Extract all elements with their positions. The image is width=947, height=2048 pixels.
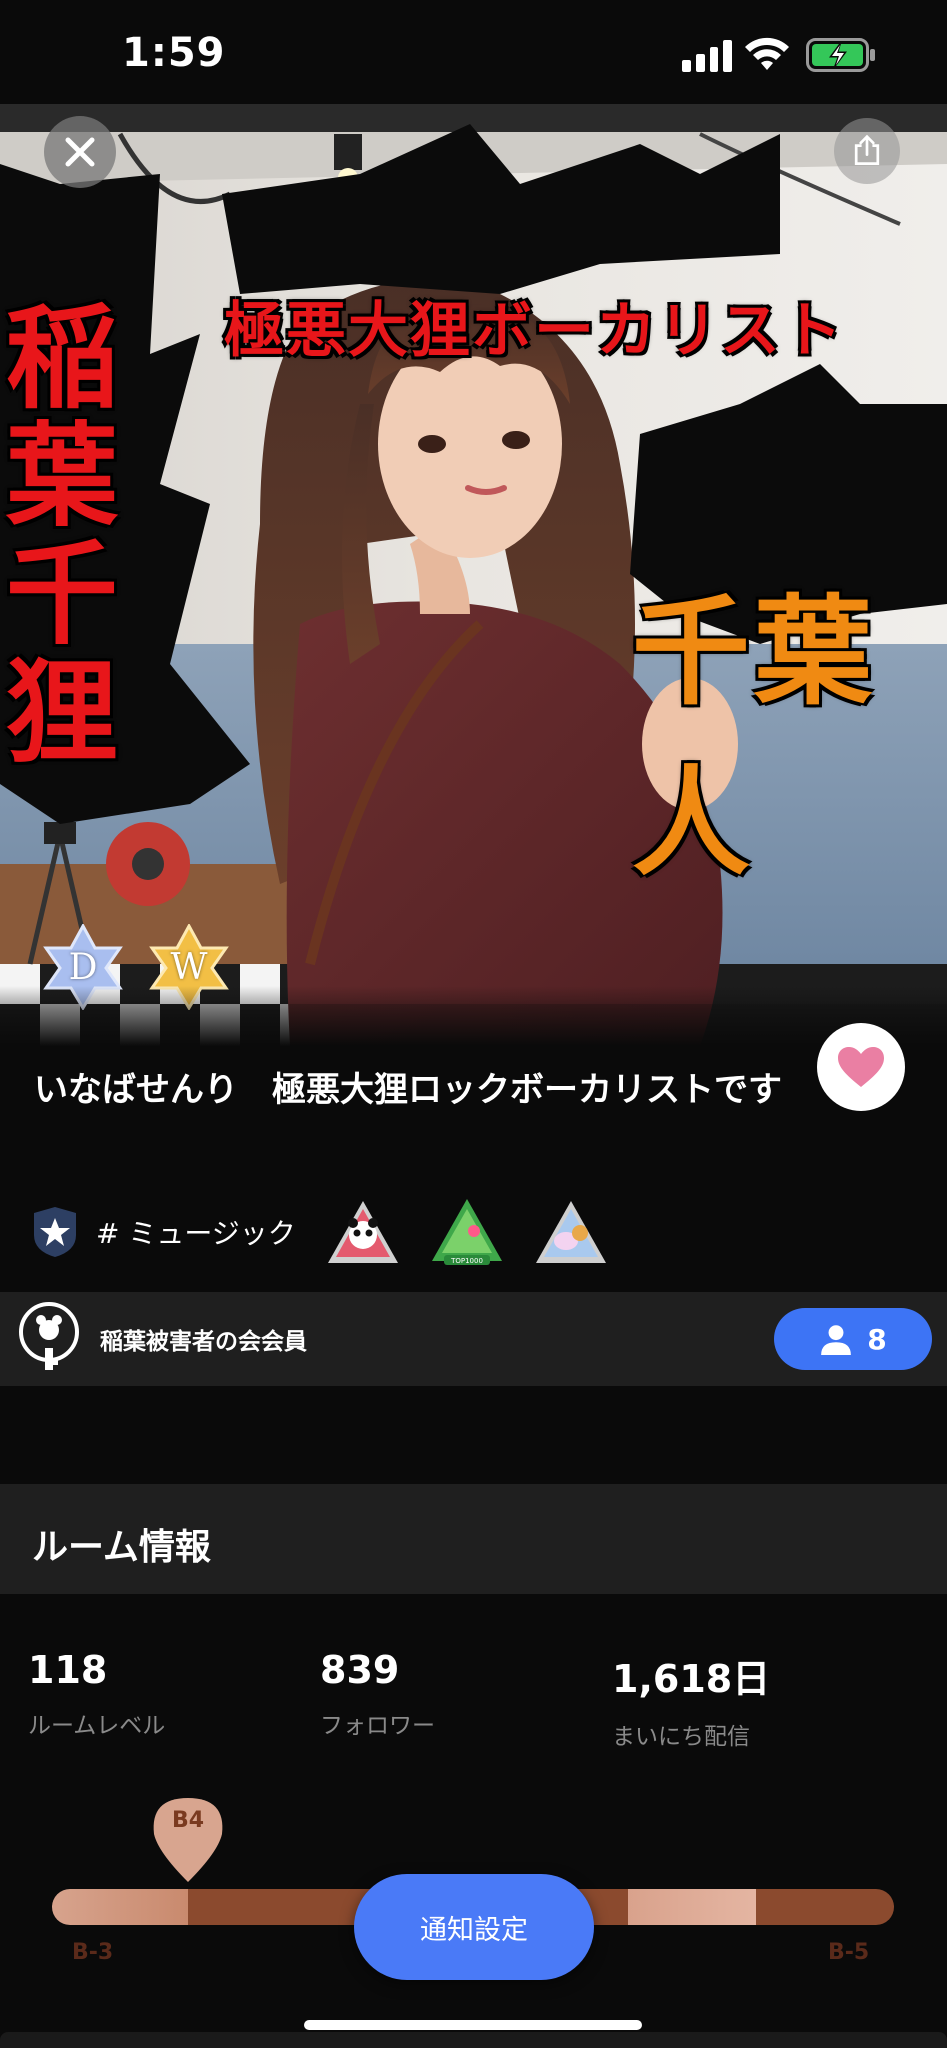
close-button[interactable] [44,116,116,188]
stat-label: フォロワー [320,1713,435,1739]
svg-text:TOP1000: TOP1000 [450,1257,483,1265]
status-bar: 1:59 [0,0,947,104]
stat-value: 118 [28,1648,108,1692]
stat-followers: 839 フォロワー [320,1648,435,1740]
stat-room-level: 118 ルームレベル [28,1648,165,1740]
stat-daily-streams: 1,618日 まいにち配信 [612,1648,770,1751]
stat-label: ルームレベル [28,1713,166,1739]
share-button[interactable] [834,118,900,184]
rank-segment [756,1889,894,1925]
genre-shield-icon [34,1207,76,1257]
wifi-icon [745,37,789,70]
cover-caption-tagline: 極悪大狸ボーカリスト [224,296,844,366]
room-info-header: ルーム情報 [0,1484,947,1594]
follow-heart-button[interactable] [817,1023,905,1111]
cover-fade [0,986,947,1046]
cover-caption-name: 稲葉千狸 [6,293,118,778]
rank-current: B4 [171,1808,205,1833]
rank-segment [628,1889,756,1925]
stat-label: まいにち配信 [612,1724,750,1750]
home-indicator [304,2020,642,2030]
stat-value: 1,618日 [612,1657,771,1701]
status-time: 1:59 [122,30,226,76]
person-icon [821,1325,852,1355]
share-icon [854,134,880,165]
top1000-badge-icon: TOP1000 [431,1199,502,1265]
rank-marker: B4 [150,1794,226,1884]
close-icon [65,137,95,167]
fan-club-name: 稲葉被害者の会会員 [100,1329,307,1355]
room-info-title: ルーム情報 [32,1527,211,1568]
rank-max-label: B-5 [828,1940,870,1965]
room-tag-row: # ミュージック TOP1000 [30,1192,608,1272]
heart-icon [838,1047,884,1087]
notification-settings-button[interactable]: 通知設定 [354,1874,594,1980]
member-count-button[interactable]: 8 [774,1308,932,1370]
room-title: いなばせんり 極悪大狸ロックボーカリストです [34,1070,782,1110]
rank-progress-fill [52,1889,188,1925]
bottom-sheet-edge [0,2032,947,2048]
genre-tag[interactable]: # ミュージック [96,1212,296,1252]
fan-club-bear-icon [19,1302,79,1370]
member-count: 8 [867,1322,887,1356]
battery-charging-icon [806,38,875,72]
cellular-signal-icon [682,40,732,72]
cover-caption-origin: 千葉人 [632,582,877,892]
unicorn-badge-icon [535,1201,606,1263]
panda-badge-icon [327,1201,398,1263]
fan-club-bar[interactable]: 稲葉被害者の会会員 8 [0,1292,947,1386]
rank-min-label: B-3 [72,1940,114,1965]
room-cover-image: 稲葉千狸 極悪大狸ボーカリスト 千葉人 D W [0,104,947,1046]
stat-value: 839 [320,1648,400,1692]
